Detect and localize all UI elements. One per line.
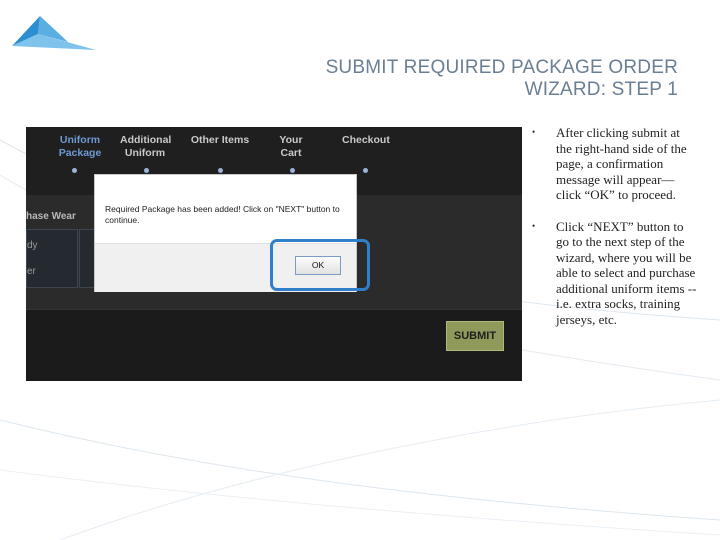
slide-title-line-1: SUBMIT REQUIRED PACKAGE ORDER [325,57,678,78]
step-dot [290,168,295,173]
step-label-line-2: Uniform [124,147,166,159]
instruction-item: • After clicking submit at the right-han… [528,125,698,203]
instruction-text: After clicking submit at the right-hand … [556,125,687,202]
slide-title-line-2: WIZARD: STEP 1 [524,79,678,100]
step-additional-uniform[interactable]: Additional Uniform [120,134,172,160]
step-your-cart[interactable]: Your Cart [270,134,312,160]
bullet-icon: • [532,127,536,137]
dialog-message: Required Package has been added! Click o… [105,204,340,225]
slide-title: SUBMIT REQUIRED PACKAGE ORDER WIZARD: ST… [178,57,678,101]
step-label: Your Cart [279,134,303,159]
step-checkout[interactable]: Checkout [342,134,390,147]
submit-button[interactable]: SUBMIT [446,321,504,351]
instruction-item: • Click “NEXT” button to go to the next … [528,219,698,328]
instruction-text: Click “NEXT” button to go to the next st… [556,218,697,327]
option-text: dy [27,240,38,251]
step-other-items[interactable]: Other Items [190,134,250,147]
instruction-list: • After clicking submit at the right-han… [528,125,698,343]
step-dot [218,168,223,173]
step-dot [72,168,77,173]
step-dot [363,168,368,173]
option-card[interactable] [79,229,95,288]
step-dot [144,168,149,173]
logo-icon [12,16,96,50]
option-card[interactable]: dy er [26,229,78,288]
bullet-icon: • [532,220,536,231]
section-label: hase Wear [26,211,76,222]
wizard-screenshot: Uniform Package Additional Uniform Other… [26,127,522,381]
step-uniform-package[interactable]: Uniform Package [38,134,122,160]
ok-highlight-callout [270,239,370,291]
step-label: Other Items [190,134,250,146]
option-text: er [27,266,36,277]
step-label: Checkout [342,134,390,146]
step-label: Additional [120,134,172,146]
step-label: Uniform Package [58,134,102,159]
